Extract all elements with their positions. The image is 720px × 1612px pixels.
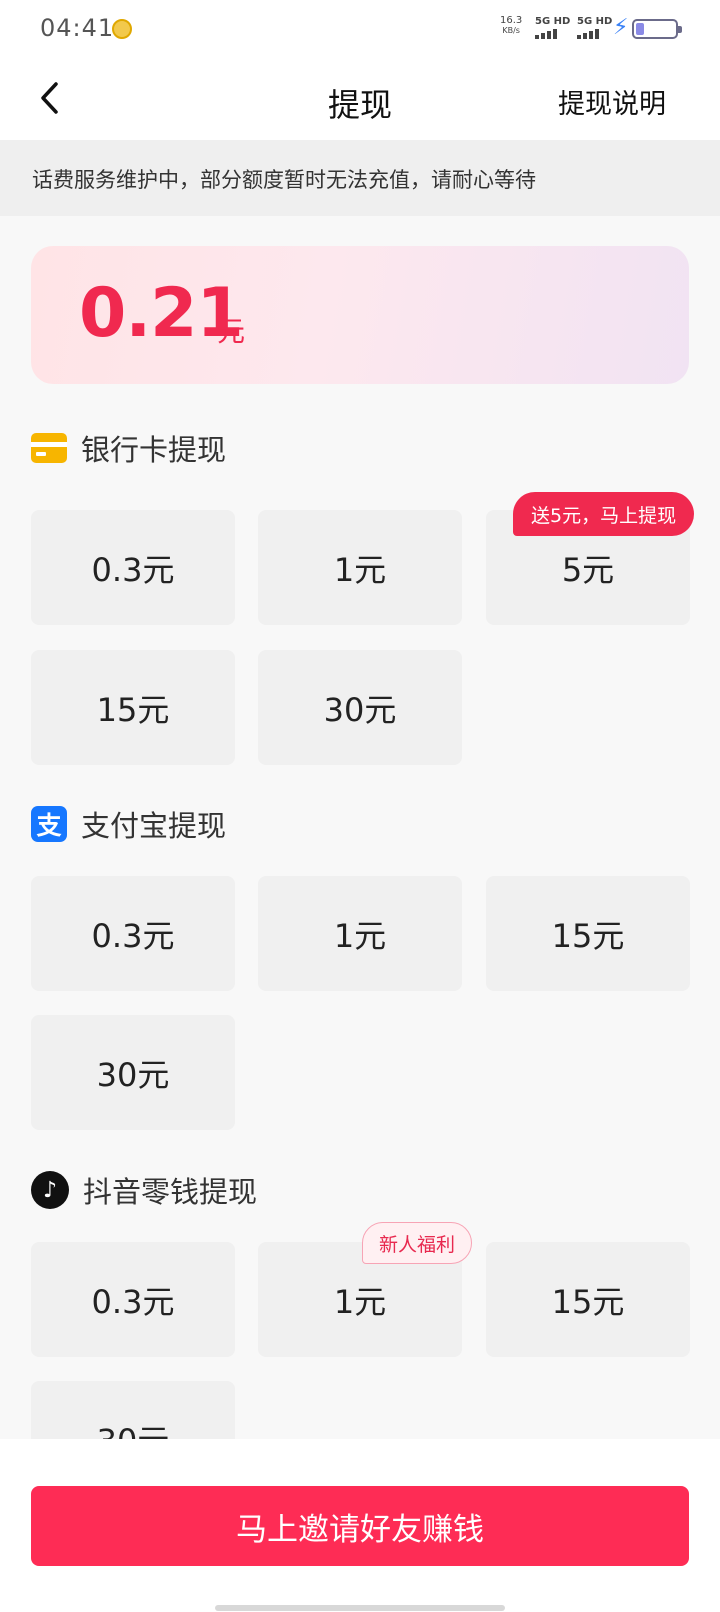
notice-text: 话费服务维护中，部分额度暂时无法充值，请耐心等待	[32, 168, 536, 192]
option-label: 0.3元	[91, 916, 175, 955]
option-label: 0.3元	[91, 1282, 175, 1321]
douyin-section-title: 抖音零钱提现	[83, 1175, 258, 1209]
douyin-promo-badge: 新人福利	[362, 1222, 473, 1264]
sim1-label: 5G HD	[535, 16, 571, 27]
bottom-bar: 马上邀请好友赚钱	[0, 1439, 720, 1612]
maintenance-notice: 话费服务维护中，部分额度暂时无法充值，请耐心等待	[0, 140, 720, 216]
option-label: 1元	[333, 1282, 387, 1321]
douyin-icon: ♪	[31, 1171, 69, 1209]
network-speed-unit: KB/s	[502, 26, 520, 35]
battery-fill	[636, 23, 644, 35]
douyin-option-15[interactable]: 15元	[486, 1242, 690, 1357]
bank-section-header: 银行卡提现	[31, 428, 226, 468]
bank-option-30[interactable]: 30元	[258, 650, 462, 765]
bank-option-0-3[interactable]: 0.3元	[31, 510, 235, 625]
douyin-section-header: ♪ 抖音零钱提现	[31, 1170, 257, 1210]
bank-promo-badge: 送5元，马上提现	[513, 492, 695, 536]
sim2-signal-icon: 5G HD	[577, 16, 612, 39]
balance-unit: 元	[217, 315, 246, 348]
charging-icon: ⚡	[613, 15, 629, 40]
option-label: 30元	[323, 690, 397, 729]
alipay-option-1[interactable]: 1元	[258, 876, 462, 991]
option-label: 1元	[333, 550, 387, 589]
status-bar: 04:41 16.3 KB/s 5G HD 5G HD ⚡	[0, 0, 720, 56]
header: 提现 提现说明	[0, 56, 720, 140]
status-time: 04:41	[40, 14, 115, 42]
battery-icon	[632, 19, 682, 39]
option-label: 15元	[551, 1282, 625, 1321]
withdraw-screen: 04:41 16.3 KB/s 5G HD 5G HD ⚡ 提现 提现说明 话费…	[0, 0, 720, 1612]
alipay-option-15[interactable]: 15元	[486, 876, 690, 991]
notification-icon	[112, 19, 132, 39]
alipay-section-header: 支 支付宝提现	[31, 804, 226, 844]
balance-card: 0.21 元	[31, 246, 689, 384]
option-label: 15元	[96, 690, 170, 729]
option-label: 0.3元	[91, 550, 175, 589]
sim2-label: 5G HD	[577, 16, 613, 27]
home-indicator[interactable]	[215, 1605, 505, 1611]
option-label: 30元	[96, 1055, 170, 1094]
withdraw-instructions-link[interactable]: 提现说明	[558, 82, 666, 121]
option-label: 1元	[333, 916, 387, 955]
bank-option-15[interactable]: 15元	[31, 650, 235, 765]
sim1-signal-icon: 5G HD	[535, 16, 570, 39]
alipay-icon: 支	[31, 806, 67, 842]
option-label: 15元	[551, 916, 625, 955]
alipay-option-30[interactable]: 30元	[31, 1015, 235, 1130]
invite-friends-button[interactable]: 马上邀请好友赚钱	[31, 1486, 689, 1566]
bank-section-title: 银行卡提现	[81, 433, 227, 467]
network-speed-value: 16.3	[500, 15, 523, 26]
alipay-option-0-3[interactable]: 0.3元	[31, 876, 235, 991]
douyin-option-0-3[interactable]: 0.3元	[31, 1242, 235, 1357]
network-speed: 16.3 KB/s	[500, 16, 522, 36]
alipay-section-title: 支付宝提现	[81, 809, 227, 843]
bank-card-icon	[31, 433, 67, 463]
bank-option-1[interactable]: 1元	[258, 510, 462, 625]
option-label: 5元	[561, 550, 615, 589]
